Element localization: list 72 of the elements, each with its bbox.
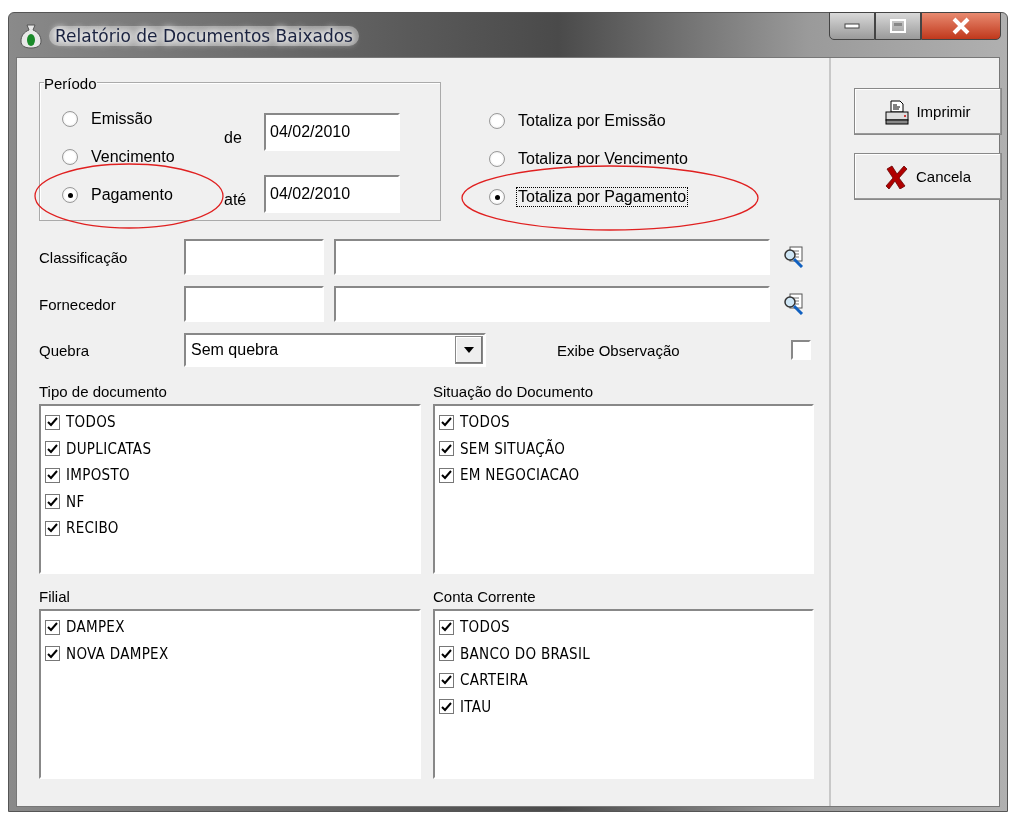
- checkbox[interactable]: [439, 672, 454, 688]
- field-label: Quebra: [39, 341, 91, 359]
- list-item[interactable]: ITAU: [460, 697, 492, 716]
- search-icon[interactable]: [783, 246, 805, 268]
- list-title: Tipo de documento: [39, 383, 168, 400]
- checkbox[interactable]: [439, 414, 454, 430]
- list-item[interactable]: CARTEIRA: [460, 671, 529, 690]
- list-item[interactable]: TODOS: [460, 618, 510, 637]
- checkbox[interactable]: [439, 699, 454, 715]
- checkbox[interactable]: [45, 467, 60, 483]
- list-title: Situação do Documento: [433, 383, 595, 400]
- date-field[interactable]: 04/02/2010: [264, 113, 400, 151]
- radio-button[interactable]: [62, 149, 78, 165]
- close-icon: [951, 17, 971, 35]
- field-label: Fornecedor: [39, 295, 117, 313]
- list-item[interactable]: BANCO DO BRASIL: [460, 644, 591, 663]
- checkbox[interactable]: [791, 340, 811, 360]
- checkbox[interactable]: [45, 619, 60, 635]
- minimize-icon: [844, 23, 860, 29]
- radio-label: Totaliza por Emissão: [517, 112, 667, 130]
- list-title: Conta Corrente: [433, 588, 537, 605]
- list-item[interactable]: DUPLICATAS: [66, 439, 152, 458]
- maximize-icon: [890, 19, 906, 33]
- list-item[interactable]: NOVA DAMPEX: [66, 644, 169, 663]
- checkbox[interactable]: [439, 441, 454, 457]
- list-item[interactable]: SEM SITUAÇÃO: [460, 439, 566, 458]
- list-item[interactable]: TODOS: [460, 413, 510, 432]
- code-field[interactable]: [184, 239, 324, 275]
- list-item[interactable]: DAMPEX: [66, 618, 125, 637]
- maximize-button[interactable]: [875, 12, 921, 40]
- checkbox[interactable]: [45, 494, 60, 510]
- radio-button[interactable]: [62, 111, 78, 127]
- date-label: de: [224, 128, 243, 147]
- search-icon[interactable]: [783, 293, 805, 315]
- checkbox[interactable]: [439, 619, 454, 635]
- description-field[interactable]: [334, 239, 770, 275]
- checkbox[interactable]: [439, 646, 454, 662]
- printer-icon: [885, 98, 910, 125]
- money-bag-icon: [19, 23, 43, 49]
- date-label: até: [224, 190, 248, 209]
- radio-button[interactable]: [489, 113, 505, 129]
- minimize-button[interactable]: [829, 12, 875, 40]
- radio-label: Pagamento: [90, 186, 174, 204]
- radio-label: Totaliza por Pagamento: [517, 188, 688, 206]
- list-title: Filial: [39, 588, 71, 605]
- checkbox[interactable]: [45, 414, 60, 430]
- description-field[interactable]: [334, 286, 770, 322]
- list-item[interactable]: EM NEGOCIACAO: [460, 466, 580, 485]
- checkbox[interactable]: [45, 646, 60, 662]
- code-field[interactable]: [184, 286, 324, 322]
- radio-button[interactable]: [489, 189, 505, 205]
- date-field[interactable]: 04/02/2010: [264, 175, 400, 213]
- radio-button[interactable]: [489, 151, 505, 167]
- field-label: Classificação: [39, 248, 129, 266]
- break-dropdown[interactable]: Sem quebra: [184, 333, 486, 367]
- radio-label: Emissão: [90, 110, 154, 128]
- close-button[interactable]: [921, 12, 1001, 40]
- checkbox-label: Exibe Observação: [557, 341, 681, 359]
- radio-label: Totaliza por Vencimento: [517, 150, 689, 168]
- checkbox[interactable]: [45, 441, 60, 457]
- checkbox[interactable]: [45, 520, 60, 536]
- list-item[interactable]: RECIBO: [66, 519, 119, 538]
- x-icon: [884, 164, 909, 189]
- list-item[interactable]: TODOS: [66, 413, 116, 432]
- list-item[interactable]: NF: [66, 492, 85, 511]
- print-button[interactable]: Imprimir: [854, 88, 1002, 135]
- group-label: Período: [44, 75, 97, 92]
- cancel-button[interactable]: Cancela: [854, 153, 1002, 200]
- list-item[interactable]: IMPOSTO: [66, 466, 130, 485]
- checkbox[interactable]: [439, 467, 454, 483]
- radio-label: Vencimento: [90, 148, 176, 166]
- radio-button[interactable]: [62, 187, 78, 203]
